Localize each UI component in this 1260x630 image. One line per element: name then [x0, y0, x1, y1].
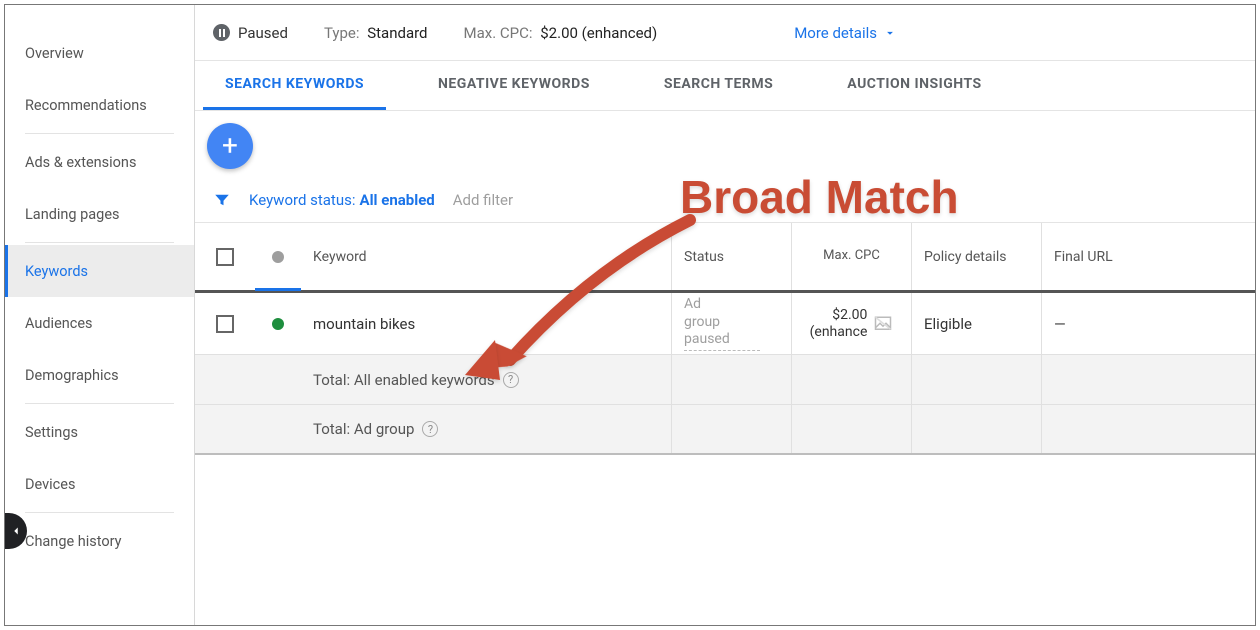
- chevron-down-icon: [883, 26, 897, 40]
- sidebar-divider: [25, 403, 174, 404]
- dot-icon: [272, 251, 284, 263]
- tab-auction-insights[interactable]: AUCTION INSIGHTS: [825, 61, 1003, 110]
- summary-label: Total: Ad group: [313, 420, 414, 438]
- sidebar-divider: [25, 242, 174, 243]
- sidebar-item-keywords[interactable]: Keywords: [5, 245, 194, 297]
- sidebar-item-ads-extensions[interactable]: Ads & extensions: [5, 136, 194, 188]
- tab-search-terms[interactable]: SEARCH TERMS: [642, 61, 795, 110]
- sidebar-item-recommendations[interactable]: Recommendations: [5, 79, 194, 131]
- filter-icon[interactable]: [213, 191, 231, 209]
- sidebar-item-overview[interactable]: Overview: [5, 27, 194, 79]
- sidebar-item-landing-pages[interactable]: Landing pages: [5, 188, 194, 240]
- sidebar-divider: [25, 512, 174, 513]
- sidebar-item-change-history[interactable]: Change history: [5, 515, 194, 567]
- cell-keyword[interactable]: mountain bikes: [301, 293, 671, 354]
- help-icon[interactable]: ?: [422, 421, 438, 437]
- tab-negative-keywords[interactable]: NEGATIVE KEYWORDS: [416, 61, 612, 110]
- table-summary-row: Total: All enabled keywords ?: [195, 355, 1255, 405]
- status-badge: Paused: [213, 24, 288, 42]
- table-summary-row: Total: Ad group ?: [195, 405, 1255, 455]
- cell-final-url: —: [1041, 293, 1161, 354]
- plus-icon: +: [222, 132, 238, 160]
- filter-chip-label: Keyword status:: [249, 191, 356, 209]
- sidebar: Overview Recommendations Ads & extension…: [5, 5, 195, 625]
- max-cpc-value: $2.00 (enhanced): [540, 24, 657, 42]
- cpc-value: $2.00(enhance: [810, 307, 868, 341]
- broken-image-icon: [873, 315, 893, 333]
- adgroup-header: Paused Type: Standard Max. CPC: $2.00 (e…: [195, 5, 1255, 61]
- filter-chip-value: All enabled: [360, 191, 435, 209]
- table-row[interactable]: mountain bikes Adgroup paused $2.00(enha…: [195, 293, 1255, 355]
- type-value: Standard: [367, 24, 427, 42]
- summary-label: Total: All enabled keywords: [313, 371, 495, 389]
- sidebar-item-devices[interactable]: Devices: [5, 458, 194, 510]
- chevron-left-icon: [9, 524, 23, 538]
- add-filter-button[interactable]: Add filter: [453, 191, 513, 209]
- type-label: Type:: [324, 24, 360, 42]
- filter-chip-keyword-status[interactable]: Keyword status: All enabled: [249, 191, 435, 209]
- table-header-row: Keyword Status Max. CPC Policy details F…: [195, 223, 1255, 293]
- help-icon[interactable]: ?: [503, 372, 519, 388]
- main-panel: Paused Type: Standard Max. CPC: $2.00 (e…: [195, 5, 1255, 625]
- filter-bar: Keyword status: All enabled Add filter: [195, 177, 1255, 223]
- sidebar-item-audiences[interactable]: Audiences: [5, 297, 194, 349]
- status-dot-header[interactable]: [255, 223, 301, 290]
- col-max-cpc[interactable]: Max. CPC: [791, 223, 911, 290]
- max-cpc-field: Max. CPC: $2.00 (enhanced): [464, 24, 658, 42]
- cell-policy: Eligible: [911, 293, 1041, 354]
- sidebar-divider: [25, 133, 174, 134]
- col-policy-details[interactable]: Policy details: [911, 223, 1041, 290]
- keywords-table: Keyword Status Max. CPC Policy details F…: [195, 223, 1255, 455]
- more-details-toggle[interactable]: More details: [794, 24, 897, 42]
- col-final-url[interactable]: Final URL: [1041, 223, 1161, 290]
- add-keyword-button[interactable]: +: [207, 123, 253, 169]
- tab-search-keywords[interactable]: SEARCH KEYWORDS: [203, 61, 386, 110]
- type-field: Type: Standard: [324, 24, 428, 42]
- row-checkbox[interactable]: [216, 315, 234, 333]
- sidebar-item-demographics[interactable]: Demographics: [5, 349, 194, 401]
- col-status[interactable]: Status: [671, 223, 791, 290]
- status-dot-icon[interactable]: [272, 318, 284, 330]
- pause-icon: [213, 24, 230, 41]
- cell-max-cpc[interactable]: $2.00(enhance: [810, 307, 894, 341]
- keyword-tabs: SEARCH KEYWORDS NEGATIVE KEYWORDS SEARCH…: [195, 61, 1255, 111]
- sidebar-item-settings[interactable]: Settings: [5, 406, 194, 458]
- cell-status: Adgroup paused: [684, 296, 760, 351]
- status-label: Paused: [238, 24, 288, 42]
- more-details-label: More details: [794, 24, 877, 42]
- max-cpc-label: Max. CPC:: [464, 24, 533, 42]
- col-keyword[interactable]: Keyword: [301, 223, 671, 290]
- select-all-checkbox[interactable]: [216, 248, 234, 266]
